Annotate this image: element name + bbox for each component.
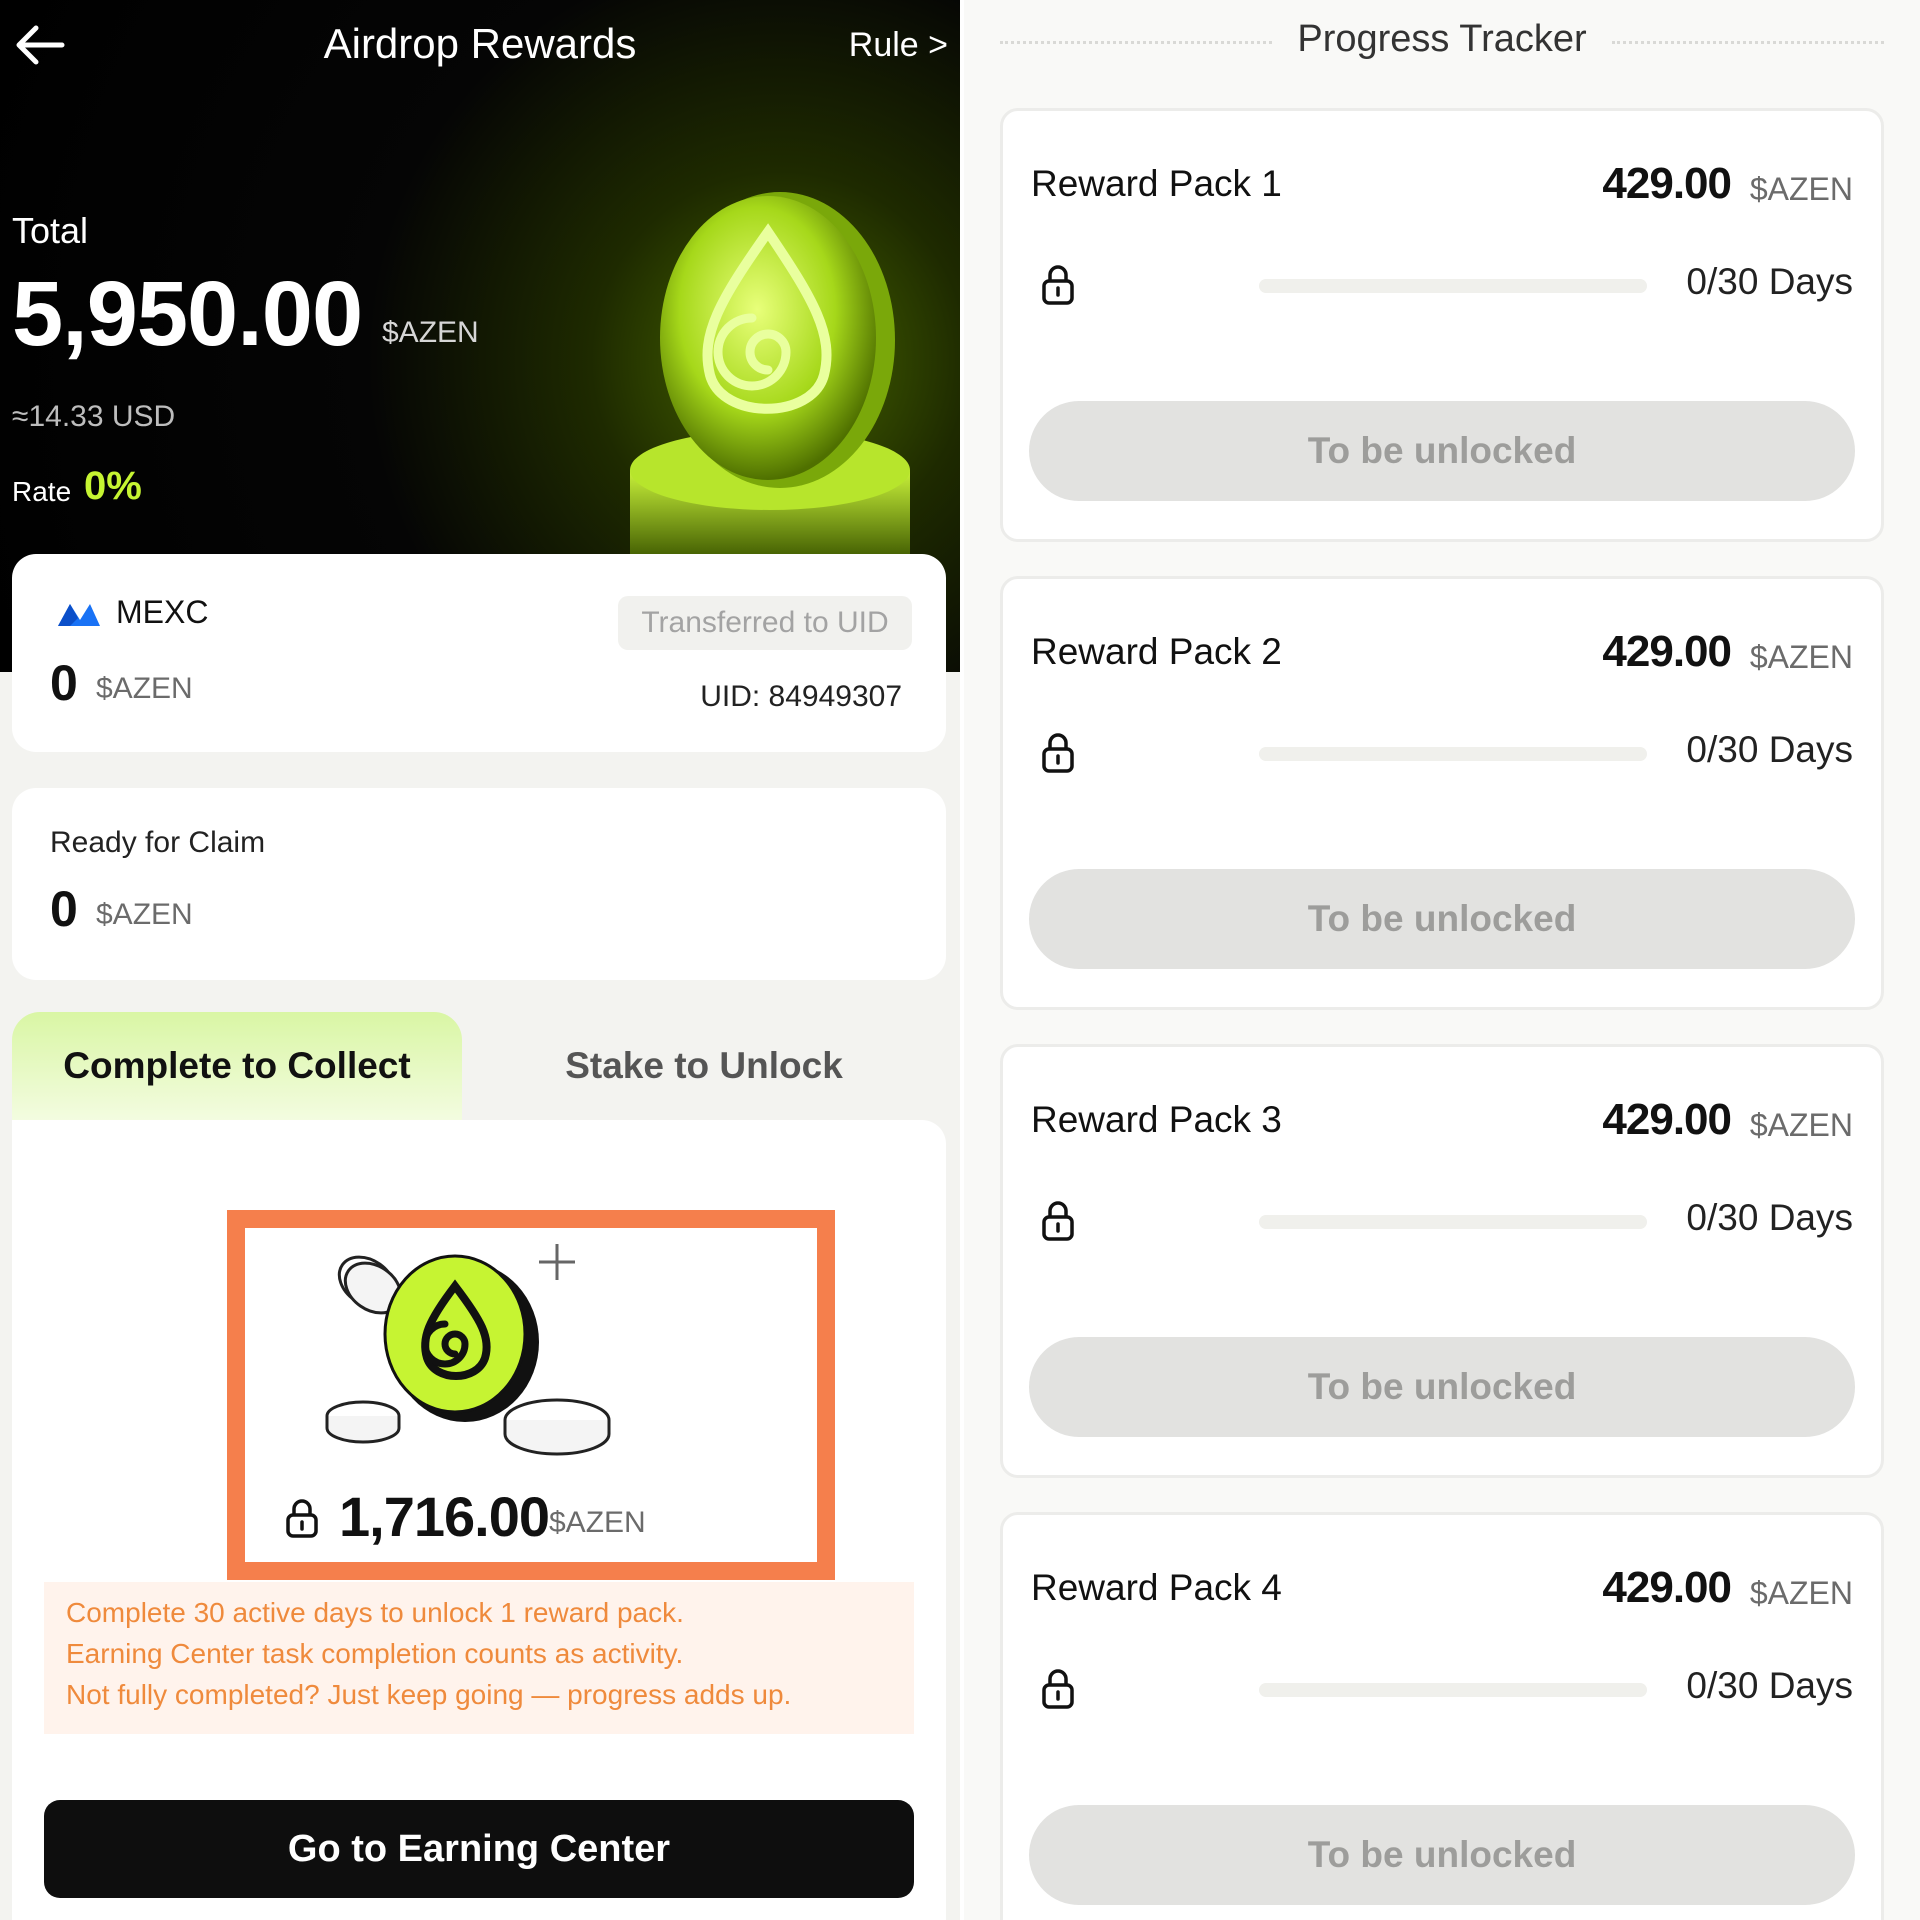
go-to-earning-center-button[interactable]: Go to Earning Center bbox=[44, 1800, 914, 1898]
claim-value: 0 bbox=[50, 881, 78, 937]
lock-icon bbox=[1042, 265, 1074, 305]
to-be-unlocked-button[interactable]: To be unlocked bbox=[1029, 869, 1855, 969]
pack-progress-bar bbox=[1259, 279, 1647, 293]
pack-amount: 429.00 bbox=[1602, 1095, 1732, 1144]
uid-text: UID: 84949307 bbox=[700, 680, 902, 713]
locked-amount-row: 1,716.00 $AZEN bbox=[285, 1484, 765, 1548]
divider bbox=[1612, 41, 1884, 44]
pack-unit: $AZEN bbox=[1749, 1575, 1853, 1611]
to-be-unlocked-button[interactable]: To be unlocked bbox=[1029, 1805, 1855, 1905]
to-be-unlocked-button[interactable]: To be unlocked bbox=[1029, 1337, 1855, 1437]
reward-tabs: Complete to Collect Stake to Unlock bbox=[12, 1012, 946, 1120]
info-line: Complete 30 active days to unlock 1 rewa… bbox=[66, 1597, 684, 1628]
info-line: Not fully completed? Just keep going — p… bbox=[66, 1679, 792, 1710]
info-line: Earning Center task completion counts as… bbox=[66, 1638, 684, 1669]
pack-days: 0/30 Days bbox=[1686, 261, 1853, 302]
pack-unit: $AZEN bbox=[1749, 171, 1853, 207]
rate-value: 0% bbox=[84, 464, 142, 508]
lock-icon bbox=[1042, 733, 1074, 773]
reward-pack-card: Reward Pack 1 429.00 $AZEN 0/30 Days To … bbox=[1000, 108, 1884, 542]
pack-name: Reward Pack 2 bbox=[1031, 631, 1282, 672]
rate-label: Rate bbox=[12, 476, 72, 507]
tracker-title: Progress Tracker bbox=[1297, 18, 1587, 60]
total-unit: $AZEN bbox=[382, 316, 479, 349]
complete-to-collect-panel: 1,716.00 $AZEN Complete 30 active days t… bbox=[12, 1120, 946, 1920]
transfer-status-badge: Transferred to UID bbox=[618, 596, 912, 650]
airdrop-rewards-panel: Airdrop Rewards Rule > Total 5,950.00 $A… bbox=[0, 0, 960, 1920]
rule-link[interactable]: Rule > bbox=[849, 26, 948, 65]
pack-progress-bar bbox=[1259, 1215, 1647, 1229]
reward-pack-card: Reward Pack 2 429.00 $AZEN 0/30 Days To … bbox=[1000, 576, 1884, 1010]
to-be-unlocked-button[interactable]: To be unlocked bbox=[1029, 401, 1855, 501]
azen-coin-illustration bbox=[630, 192, 910, 560]
locked-amount: 1,716.00 bbox=[339, 1485, 550, 1548]
pack-days: 0/30 Days bbox=[1686, 1665, 1853, 1706]
reward-pack-card: Reward Pack 4 429.00 $AZEN 0/30 Days To … bbox=[1000, 1512, 1884, 1920]
mexc-balance-card: MEXC 0 $AZEN Transferred to UID UID: 849… bbox=[12, 554, 946, 752]
total-value: 5,950.00 bbox=[12, 263, 363, 365]
tab-complete-to-collect[interactable]: Complete to Collect bbox=[12, 1012, 462, 1120]
lock-icon bbox=[1042, 1201, 1074, 1241]
pack-progress-bar bbox=[1259, 747, 1647, 761]
pack-unit: $AZEN bbox=[1749, 639, 1853, 675]
usd-equivalent: ≈14.33 USD bbox=[12, 400, 176, 433]
lock-icon bbox=[286, 1499, 318, 1538]
pack-unit: $AZEN bbox=[1749, 1107, 1853, 1143]
ready-for-claim-card: Ready for Claim 0 $AZEN bbox=[12, 788, 946, 980]
locked-unit: $AZEN bbox=[549, 1506, 646, 1539]
mexc-value: 0 bbox=[50, 655, 78, 711]
reward-pack-card: Reward Pack 3 429.00 $AZEN 0/30 Days To … bbox=[1000, 1044, 1884, 1478]
pack-name: Reward Pack 3 bbox=[1031, 1099, 1282, 1140]
claim-label: Ready for Claim bbox=[50, 826, 266, 859]
tab-stake-to-unlock[interactable]: Stake to Unlock bbox=[462, 1012, 946, 1120]
activity-info-box: Complete 30 active days to unlock 1 rewa… bbox=[44, 1582, 914, 1734]
pack-name: Reward Pack 1 bbox=[1031, 163, 1282, 204]
progress-tracker-panel: Progress Tracker Reward Pack 1 429.00 $A… bbox=[964, 0, 1920, 1920]
pack-name: Reward Pack 4 bbox=[1031, 1567, 1282, 1608]
claim-unit: $AZEN bbox=[96, 898, 193, 931]
locked-reward-highlight: 1,716.00 $AZEN bbox=[227, 1210, 835, 1580]
mexc-logo-icon bbox=[58, 604, 100, 626]
lock-icon bbox=[1042, 1669, 1074, 1709]
coin-stack-icon bbox=[325, 1244, 611, 1456]
page-title: Airdrop Rewards bbox=[323, 20, 637, 67]
pack-amount: 429.00 bbox=[1602, 627, 1732, 676]
pack-amount: 429.00 bbox=[1602, 1563, 1732, 1612]
pack-days: 0/30 Days bbox=[1686, 729, 1853, 770]
exchange-name: MEXC bbox=[116, 594, 209, 630]
tracker-header: Progress Tracker bbox=[1000, 18, 1884, 68]
total-label: Total bbox=[12, 210, 89, 251]
mexc-unit: $AZEN bbox=[96, 672, 193, 705]
pack-days: 0/30 Days bbox=[1686, 1197, 1853, 1238]
pack-amount: 429.00 bbox=[1602, 159, 1732, 208]
pack-progress-bar bbox=[1259, 1683, 1647, 1697]
